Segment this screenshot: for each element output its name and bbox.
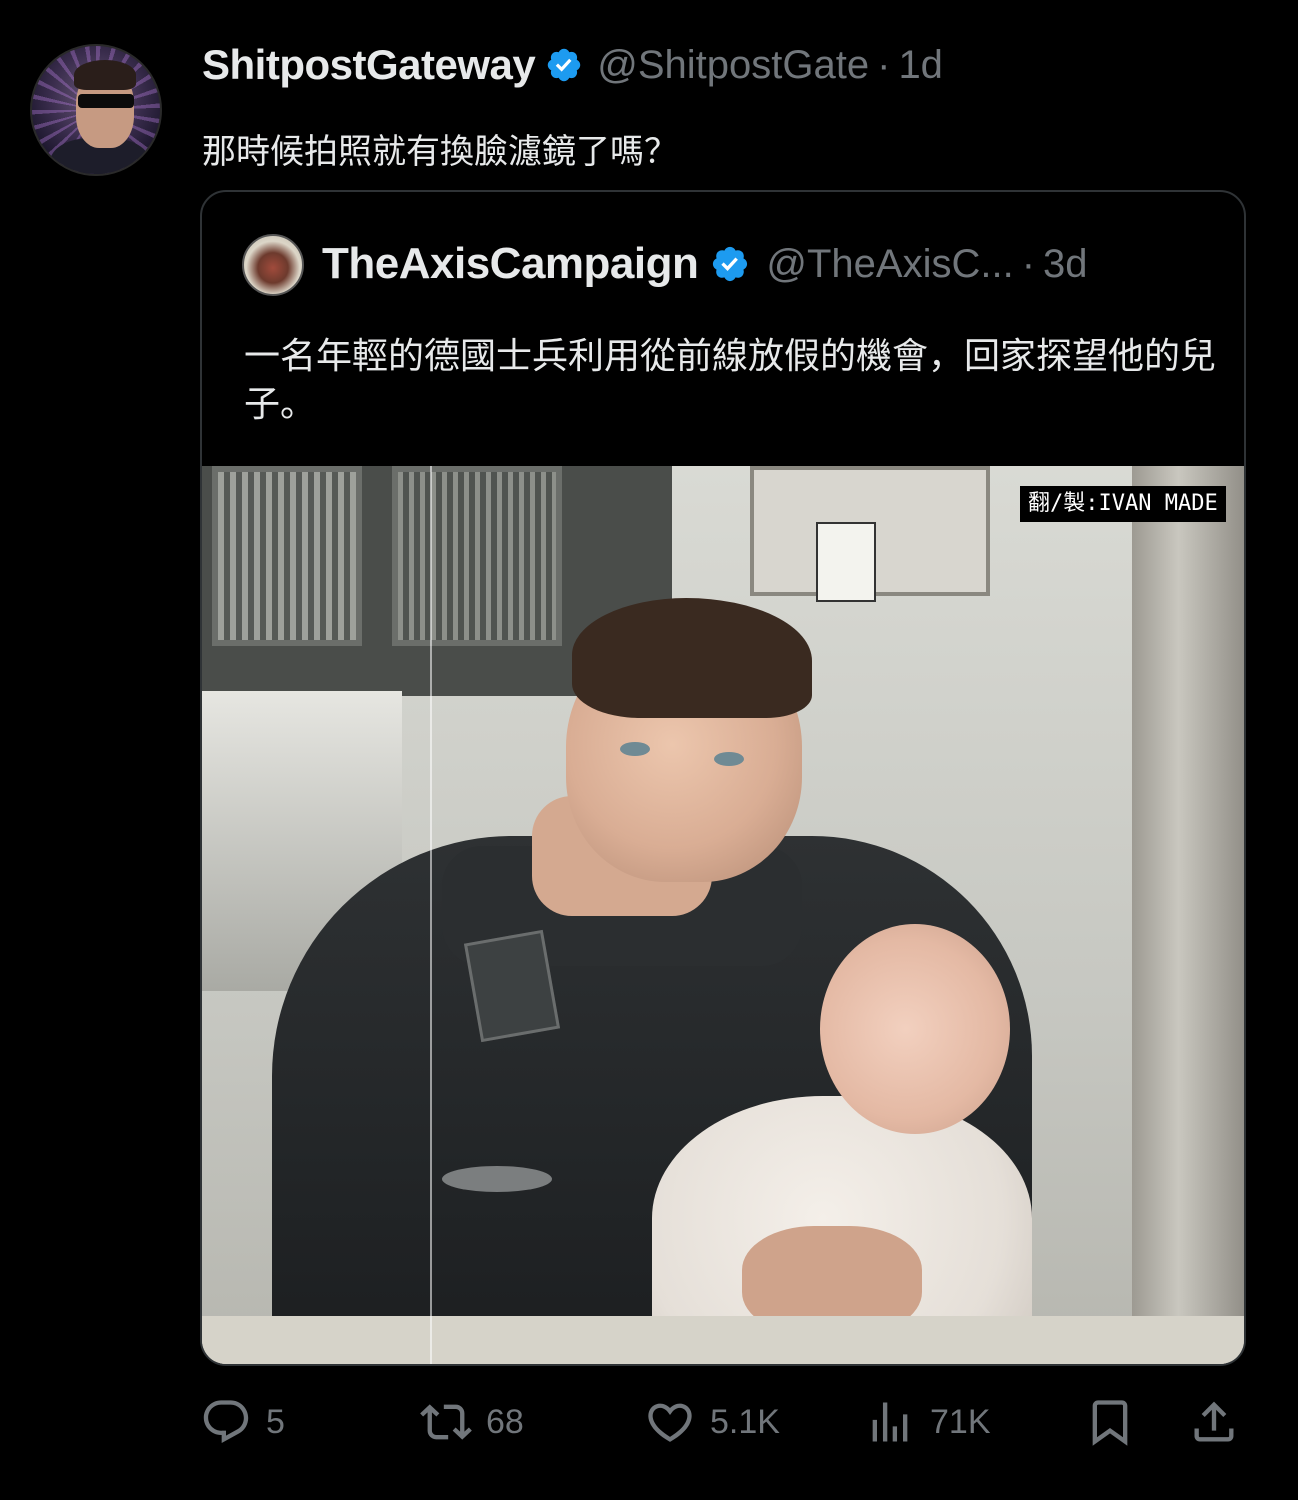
photo-soldier-hair <box>572 598 812 718</box>
verified-badge-icon <box>710 244 750 284</box>
photo-cabinet-pane <box>212 466 362 646</box>
separator-dot: · <box>1021 241 1036 286</box>
avatar-sunglasses <box>78 94 134 108</box>
user-avatar[interactable] <box>30 44 162 176</box>
share-button[interactable] <box>1188 1392 1240 1452</box>
quoted-user-handle[interactable]: @TheAxisC... <box>766 242 1013 287</box>
views-count: 71K <box>930 1402 991 1441</box>
photo-uniform-eagle <box>442 1166 552 1192</box>
quoted-tweet-text: 一名年輕的德國士兵利用從前線放假的機會，回家探望他的兒子。 <box>244 335 1217 424</box>
heart-icon <box>648 1403 692 1442</box>
separator-dot: · <box>877 42 891 87</box>
photo-scratch <box>430 466 432 1364</box>
photo-door <box>1132 466 1244 1364</box>
quoted-tweet-header: TheAxisCampaign @TheAxisC... · 3d <box>322 236 1088 292</box>
tweet-text: 那時候拍照就有換臉濾鏡了嗎？ <box>202 133 678 171</box>
photo-watermark: 翻/製:IVAN MADE <box>1020 486 1226 522</box>
user-handle[interactable]: @ShitpostGate <box>597 43 869 88</box>
timestamp[interactable]: 1d <box>898 43 943 88</box>
views-button[interactable]: 71K <box>864 1392 991 1452</box>
display-name[interactable]: ShitpostGateway <box>202 41 536 89</box>
quoted-user-avatar[interactable] <box>242 234 304 296</box>
photo-cabinet-pane <box>392 466 562 646</box>
views-icon <box>872 1402 908 1442</box>
reply-button[interactable]: 5 <box>200 1392 285 1452</box>
tweet-actions: 5 68 5.1K 71K <box>200 1392 1246 1452</box>
bookmark-icon <box>1092 1400 1128 1446</box>
quoted-display-name[interactable]: TheAxisCampaign <box>322 239 699 289</box>
reply-count: 5 <box>266 1402 285 1441</box>
like-button[interactable]: 5.1K <box>644 1392 780 1452</box>
tweet[interactable]: ShitpostGateway @ShitpostGate · 1d 那時候拍照… <box>0 0 1298 1500</box>
tweet-header: ShitpostGateway @ShitpostGate · 1d <box>202 40 943 90</box>
retweet-button[interactable]: 68 <box>420 1392 524 1452</box>
avatar-hair <box>74 60 136 90</box>
retweet-count: 68 <box>486 1402 524 1441</box>
verified-badge-icon <box>545 46 583 84</box>
photo-soldier-eye <box>714 752 744 766</box>
share-icon <box>1194 1401 1234 1442</box>
bookmark-button[interactable] <box>1084 1392 1136 1452</box>
retweet-icon <box>420 1404 472 1440</box>
photo-table <box>202 1316 1244 1364</box>
quoted-tweet-photo[interactable]: 翻/製:IVAN MADE <box>202 466 1244 1364</box>
photo-calendar-card <box>816 522 876 602</box>
quoted-timestamp[interactable]: 3d <box>1043 242 1088 287</box>
quoted-tweet[interactable]: TheAxisCampaign @TheAxisC... · 3d 一名年輕的德… <box>200 190 1246 1366</box>
reply-icon <box>203 1400 249 1444</box>
photo-baby-head <box>820 924 1010 1134</box>
photo-soldier-eye <box>620 742 650 756</box>
photo-collar-badge <box>463 929 561 1043</box>
like-count: 5.1K <box>710 1402 780 1441</box>
